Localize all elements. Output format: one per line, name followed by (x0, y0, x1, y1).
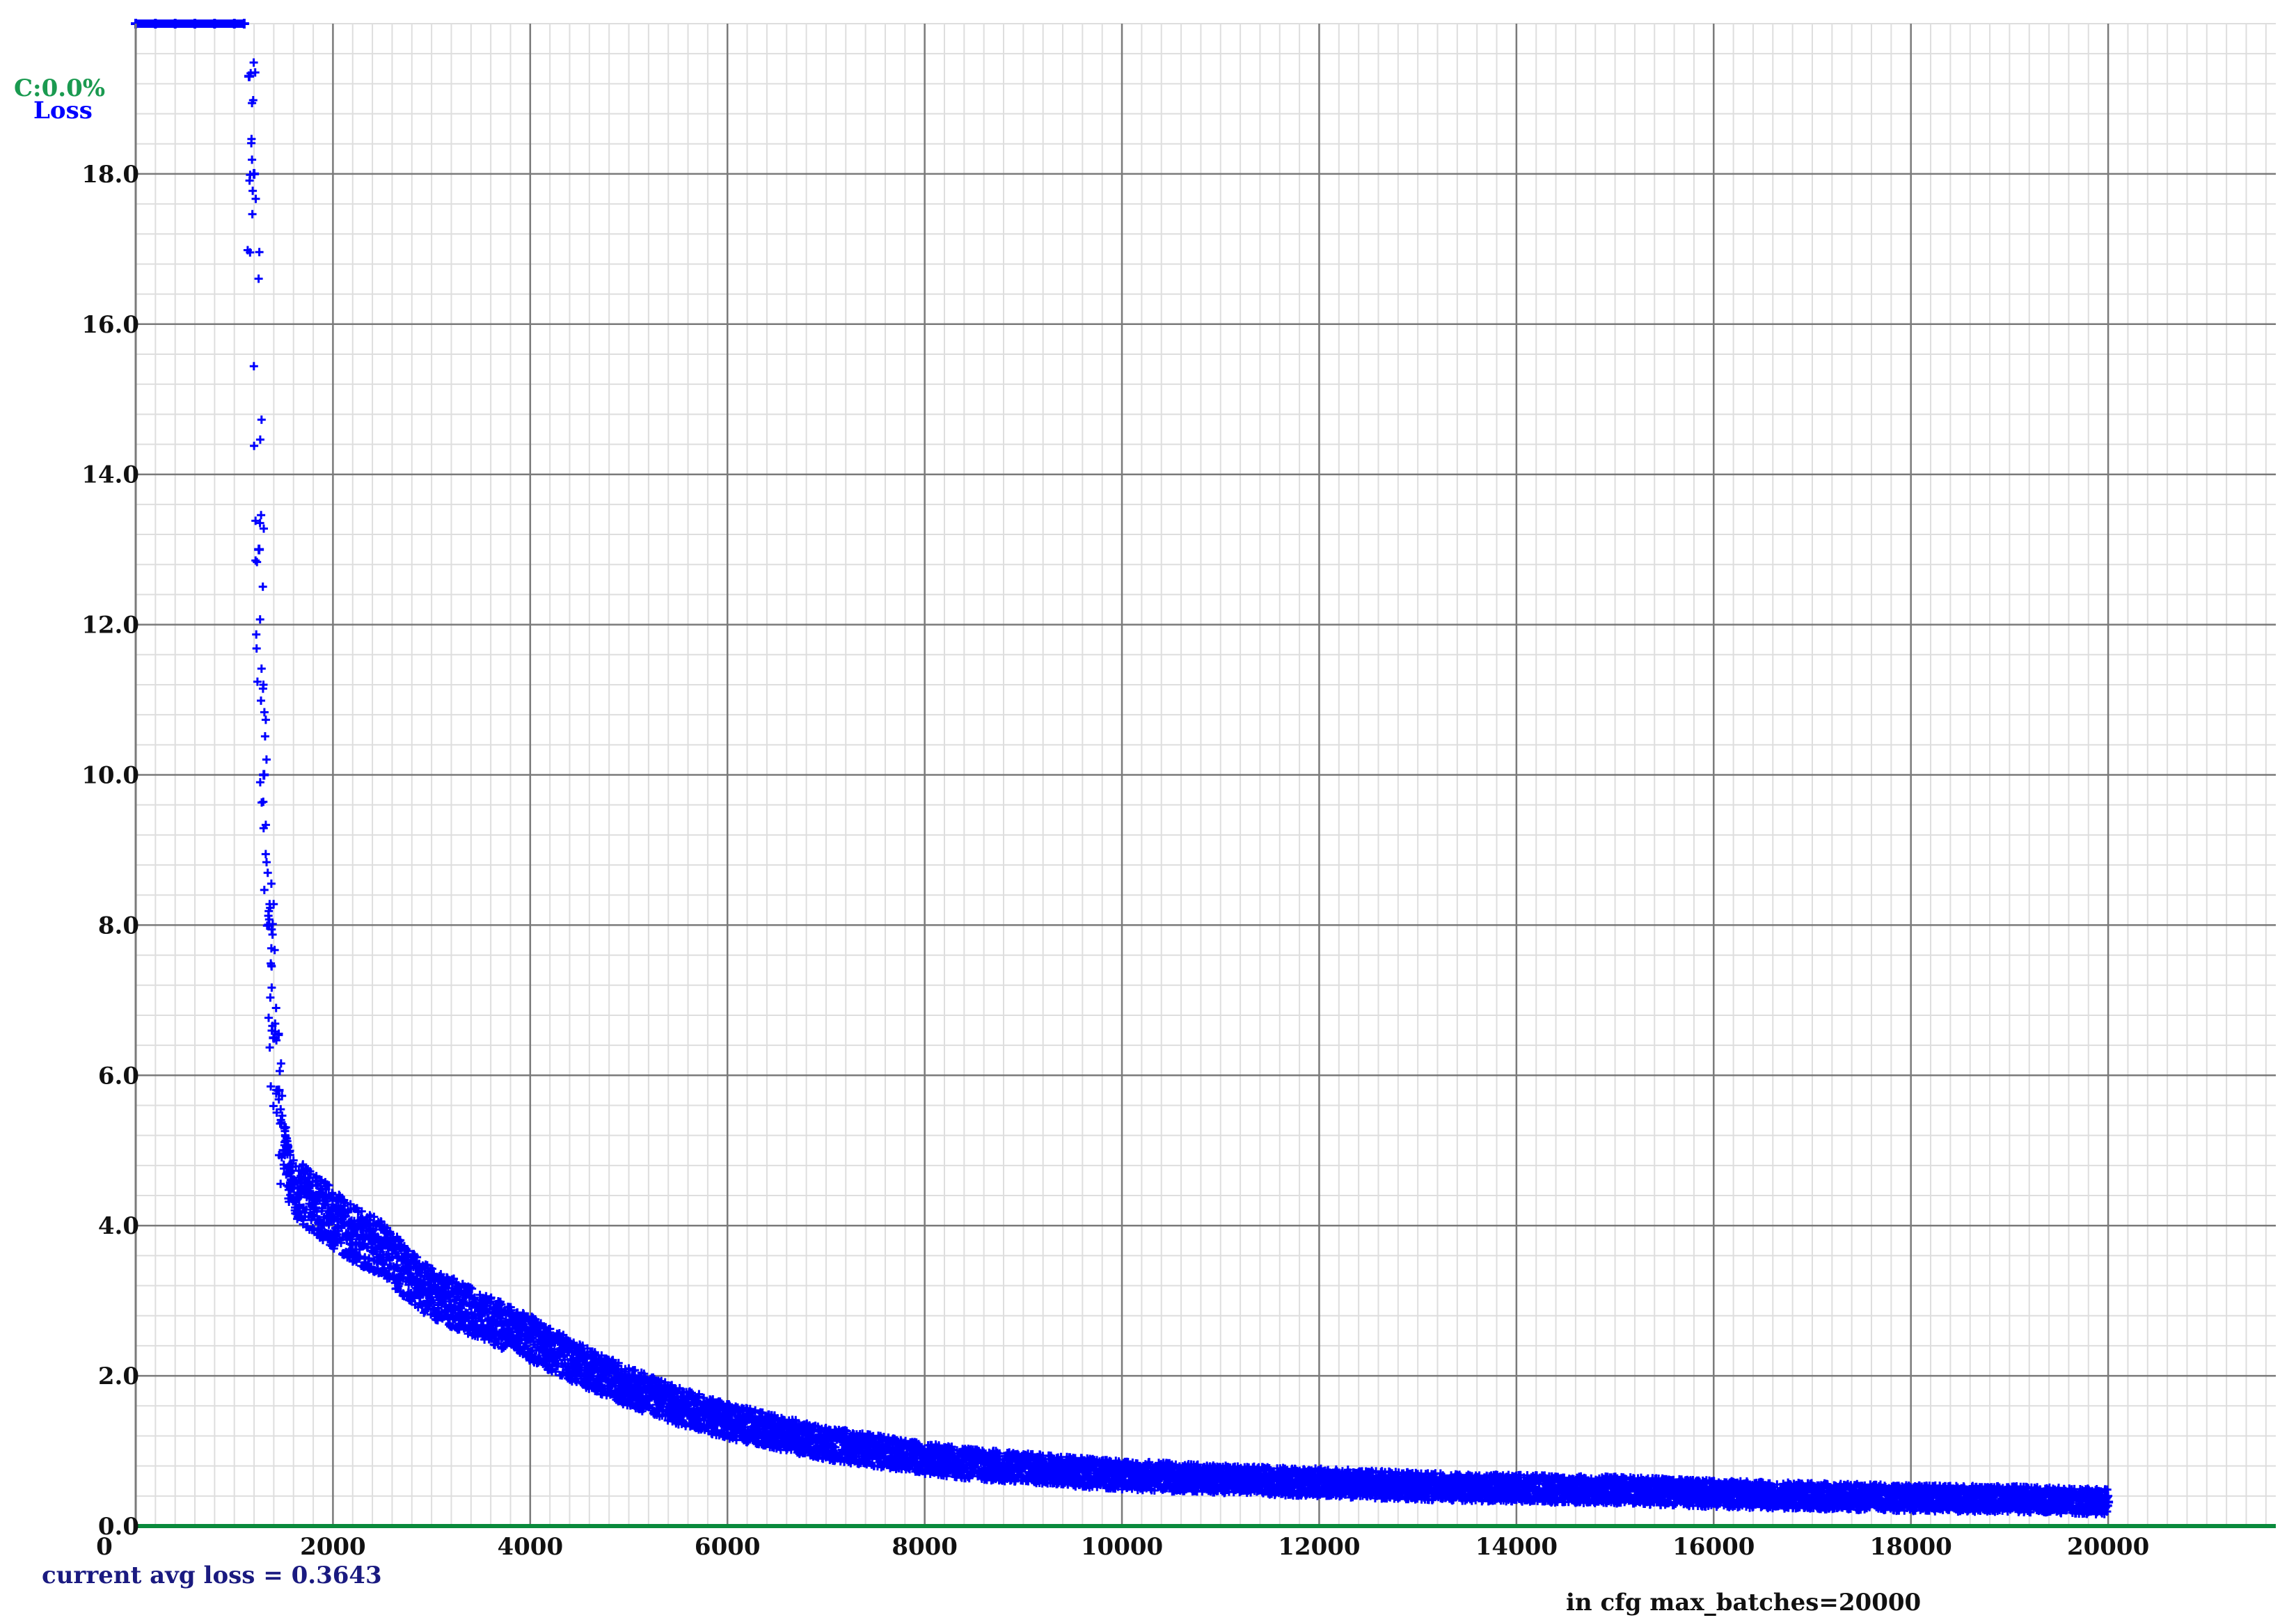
x-tick-label: 2000 (300, 1533, 366, 1561)
y-tick-label: 10.0 (81, 762, 139, 790)
current-avg-loss: current avg loss = 0.3643 (42, 1562, 382, 1589)
y-tick-labels: 0.02.04.06.08.010.012.014.016.018.0 (81, 161, 139, 1541)
x-tick-label: 6000 (695, 1533, 761, 1561)
y-tick-label: 16.0 (81, 311, 139, 339)
loss-point (254, 545, 264, 555)
x-tick-label: 8000 (892, 1533, 958, 1561)
y-tick-label: 12.0 (81, 612, 139, 640)
y-tick-label: 14.0 (81, 461, 139, 489)
x-tick-label: 20000 (2067, 1533, 2149, 1561)
y-tick-label: 8.0 (98, 912, 139, 939)
loss-legend: Loss (33, 97, 93, 125)
y-tick-label: 6.0 (98, 1062, 139, 1090)
loss-chart: 0.02.04.06.08.010.012.014.016.018.0 0200… (0, 0, 2296, 1620)
max-batches-label: in cfg max_batches=20000 (1566, 1589, 1921, 1617)
y-tick-label: 18.0 (81, 161, 139, 189)
x-tick-label: 0 (96, 1533, 113, 1561)
x-tick-labels: 0 2000 4000 6000 8000 10000 12000 14000 16000 180… (96, 1533, 2149, 1561)
x-tick-label: 12000 (1278, 1533, 1360, 1561)
x-tick-label: 16000 (1672, 1533, 1755, 1561)
x-tick-label: 14000 (1475, 1533, 1558, 1561)
x-tick-label: 10000 (1081, 1533, 1163, 1561)
x-tick-label: 4000 (497, 1533, 563, 1561)
y-tick-label: 4.0 (98, 1212, 139, 1240)
y-tick-label: 2.0 (98, 1363, 139, 1390)
x-tick-label: 18000 (1870, 1533, 1952, 1561)
